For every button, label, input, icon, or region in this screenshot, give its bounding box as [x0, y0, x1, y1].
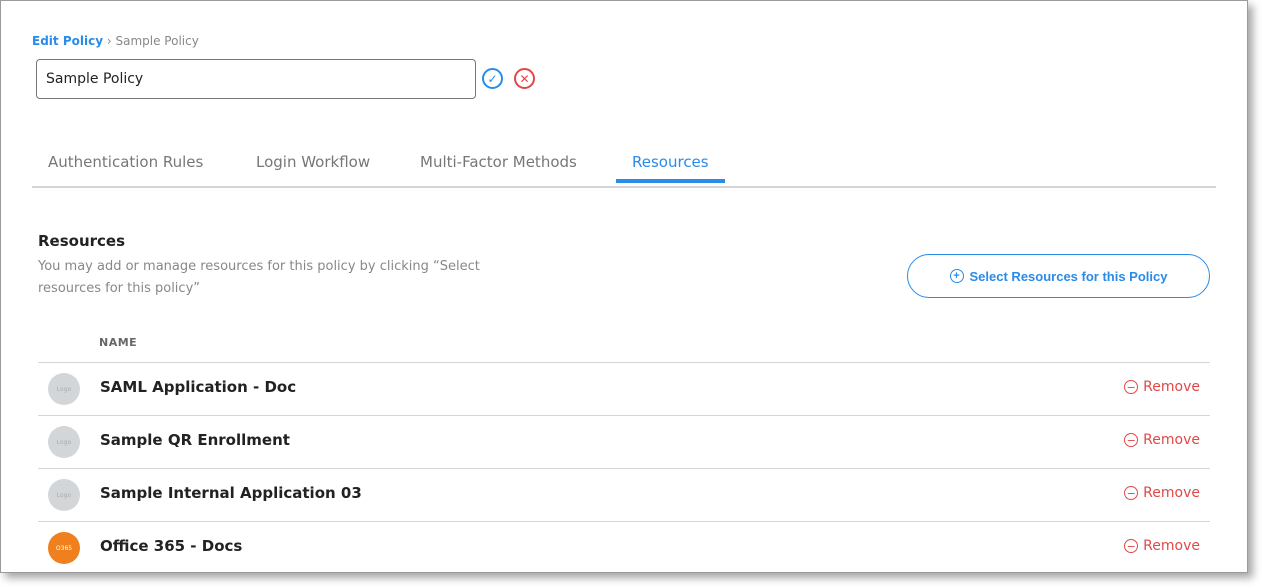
confirm-check-icon[interactable]: ✓: [482, 68, 503, 89]
minus-circle-icon: −: [1124, 380, 1139, 394]
minus-circle-icon: −: [1124, 433, 1139, 447]
table-row: O365 Office 365 - Docs − Remove: [38, 521, 1210, 574]
table-row: Logo Sample Internal Application 03 − Remov…: [38, 468, 1210, 521]
remove-label: Remove: [1143, 379, 1200, 395]
breadcrumb-edit-policy[interactable]: Edit Policy: [32, 34, 103, 48]
tab-bar: Authentication Rules Login Workflow Mult…: [32, 147, 1216, 188]
breadcrumb: Edit Policy › Sample Policy: [32, 34, 199, 48]
tab-login-workflow[interactable]: Login Workflow: [256, 153, 370, 171]
minus-circle-icon: −: [1124, 539, 1139, 553]
tab-multi-factor-methods[interactable]: Multi-Factor Methods: [420, 153, 577, 171]
tab-authentication-rules[interactable]: Authentication Rules: [48, 153, 203, 171]
remove-label: Remove: [1143, 485, 1200, 501]
remove-button[interactable]: − Remove: [1124, 379, 1200, 395]
remove-label: Remove: [1143, 538, 1200, 554]
placeholder-logo-icon: Logo: [48, 373, 80, 405]
remove-label: Remove: [1143, 432, 1200, 448]
resource-name: Sample Internal Application 03: [100, 484, 362, 502]
table-row: Logo Sample QR Enrollment − Remove: [38, 415, 1210, 468]
policy-name-input[interactable]: [36, 59, 476, 99]
select-resources-label: Select Resources for this Policy: [969, 268, 1168, 284]
resource-name: SAML Application - Doc: [100, 378, 297, 396]
tab-resources[interactable]: Resources: [616, 153, 725, 183]
column-header-name: NAME: [99, 336, 138, 349]
remove-button[interactable]: − Remove: [1124, 485, 1200, 501]
remove-button[interactable]: − Remove: [1124, 538, 1200, 554]
cancel-x-icon[interactable]: ✕: [514, 68, 535, 89]
section-title: Resources: [38, 232, 126, 250]
plus-circle-icon: +: [949, 269, 964, 283]
minus-circle-icon: −: [1124, 486, 1139, 500]
placeholder-logo-icon: Logo: [48, 479, 80, 511]
office-365-logo-icon: O365: [48, 532, 80, 564]
remove-button[interactable]: − Remove: [1124, 432, 1200, 448]
breadcrumb-separator: ›: [106, 34, 112, 48]
breadcrumb-current: Sample Policy: [115, 34, 199, 48]
section-description: You may add or manage resources for this…: [38, 259, 480, 296]
page: Edit Policy › Sample Policy ✓ ✕ Authenti…: [0, 0, 1248, 573]
select-resources-button[interactable]: + Select Resources for this Policy: [907, 254, 1210, 298]
resource-name: Office 365 - Docs: [100, 537, 243, 555]
table-row: Logo SAML Application - Doc − Remove: [38, 362, 1210, 415]
placeholder-logo-icon: Logo: [48, 426, 80, 458]
resource-name: Sample QR Enrollment: [100, 431, 290, 449]
